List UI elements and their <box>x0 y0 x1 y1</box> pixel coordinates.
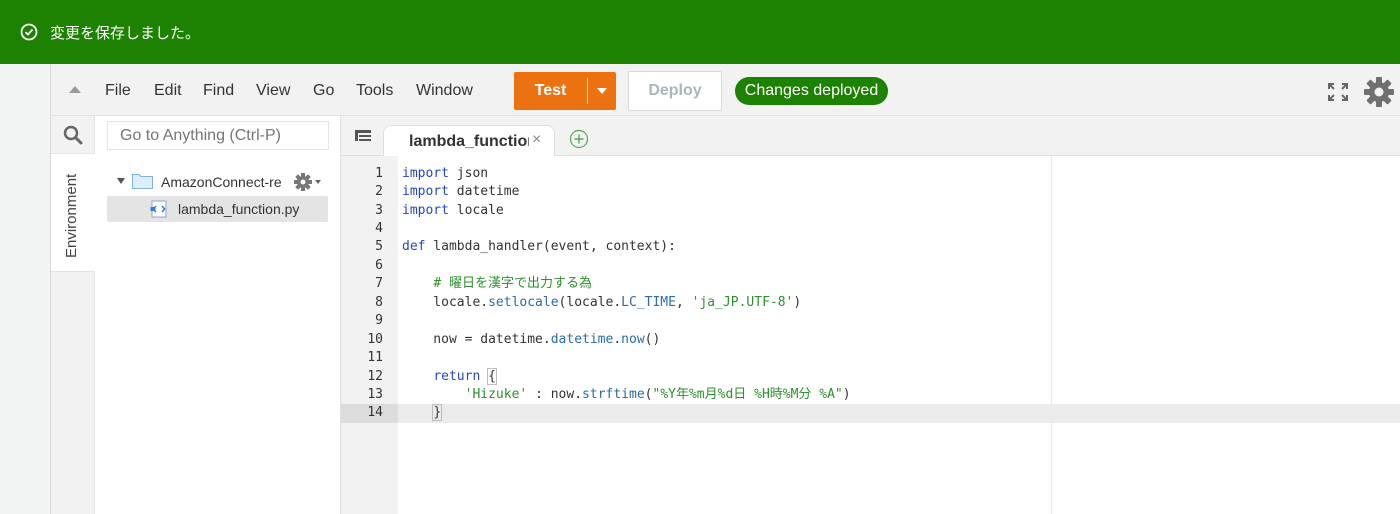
side-panel-tabs: Environment <box>51 116 95 514</box>
tab-title[interactable]: lambda_function <box>409 133 529 151</box>
code-line[interactable]: import datetime <box>402 183 519 201</box>
menu-view[interactable]: View <box>256 82 290 100</box>
search-panel-button[interactable] <box>51 116 95 154</box>
line-number: 3 <box>375 203 383 218</box>
tab-close-icon[interactable]: × <box>532 131 541 149</box>
tree-file-name[interactable]: lambda_function.py <box>178 201 299 217</box>
code-line[interactable]: now = datetime.datetime.now() <box>402 331 660 349</box>
flash-success-banner: 変更を保存しました。 <box>0 0 1400 64</box>
line-number: 14 <box>367 405 383 420</box>
root-folder-name[interactable]: AmazonConnect-res <box>161 174 281 190</box>
print-margin-line <box>1051 156 1052 514</box>
code-line[interactable]: return { <box>402 368 497 386</box>
line-number: 6 <box>375 258 383 273</box>
menu-window[interactable]: Window <box>416 82 473 100</box>
tree-root-folder[interactable]: AmazonConnect-res <box>107 171 329 193</box>
deploy-button[interactable]: Deploy <box>628 71 722 111</box>
folder-settings-caret-icon[interactable] <box>315 180 321 184</box>
line-number: 11 <box>367 350 383 365</box>
code-line[interactable]: # 曜日を漢字で出力する為 <box>402 275 592 293</box>
ide-menubar: File Edit Find View Go Tools Window Test… <box>51 64 1400 116</box>
line-number: 4 <box>375 221 383 236</box>
line-number: 9 <box>375 313 383 328</box>
go-to-anything-input[interactable] <box>107 121 329 150</box>
line-number: 12 <box>367 369 383 384</box>
add-tab-plus-icon[interactable] <box>569 129 589 149</box>
menu-go[interactable]: Go <box>313 82 334 100</box>
menu-edit[interactable]: Edit <box>154 82 182 100</box>
console-left-rail <box>0 64 51 514</box>
menu-file[interactable]: File <box>105 82 131 100</box>
folder-icon <box>132 174 153 189</box>
test-dropdown-caret-icon[interactable] <box>588 88 616 94</box>
tree-file-item[interactable]: lambda_function.py <box>107 196 328 222</box>
code-line[interactable]: } <box>402 404 443 422</box>
folder-settings-gear-icon[interactable] <box>293 172 313 192</box>
line-number: 8 <box>375 295 383 310</box>
line-number: 2 <box>375 184 383 199</box>
python-file-icon <box>150 200 167 218</box>
test-button-label[interactable]: Test <box>514 82 587 100</box>
line-number: 1 <box>375 166 383 181</box>
fullscreen-icon[interactable] <box>1327 82 1349 102</box>
line-number: 5 <box>375 239 383 254</box>
active-line-highlight <box>398 404 1400 423</box>
code-line[interactable]: import locale <box>402 202 504 220</box>
check-circle-icon <box>20 23 38 41</box>
tab-list-icon[interactable] <box>355 130 371 143</box>
menu-tools[interactable]: Tools <box>356 82 393 100</box>
tab-lambda-function[interactable]: lambda_function × <box>383 125 555 157</box>
code-line[interactable]: locale.setlocale(locale.LC_TIME, 'ja_JP.… <box>402 294 801 312</box>
flash-message: 変更を保存しました。 <box>50 24 201 42</box>
environment-tab-label[interactable]: Environment <box>63 174 80 258</box>
collapse-menu-icon[interactable] <box>69 86 81 93</box>
search-icon[interactable] <box>63 125 83 145</box>
line-number: 7 <box>375 276 383 291</box>
status-badge: Changes deployed <box>735 77 888 105</box>
environment-tab[interactable]: Environment <box>51 154 95 272</box>
code-line[interactable]: import json <box>402 165 488 183</box>
editor-tab-bar: lambda_function × <box>341 116 1400 157</box>
code-line[interactable]: def lambda_handler(event, context): <box>402 238 676 256</box>
expand-triangle-icon[interactable] <box>117 178 125 184</box>
code-line[interactable]: 'Hizuke' : now.strftime("%Y年%m月%d日 %H時%M… <box>402 386 851 404</box>
line-number: 13 <box>367 387 383 402</box>
line-number: 10 <box>367 332 383 347</box>
menu-find[interactable]: Find <box>203 82 234 100</box>
preferences-gear-icon[interactable] <box>1363 76 1395 108</box>
test-button[interactable]: Test <box>514 72 616 110</box>
file-tree-panel: AmazonConnect-res lambda_function.p <box>95 116 341 514</box>
